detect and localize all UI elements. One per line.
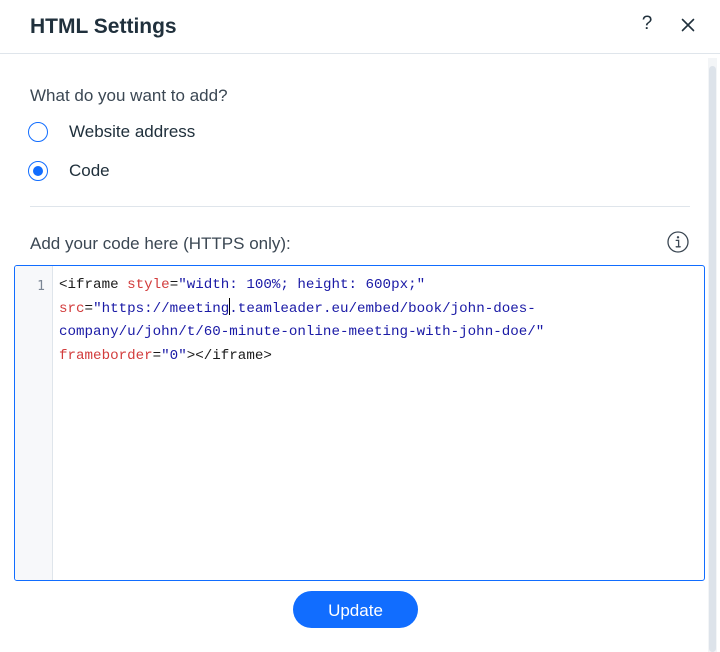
info-button[interactable] (666, 230, 690, 254)
info-icon (667, 231, 689, 253)
code-token: "0" (161, 347, 187, 364)
line-number: 1 (37, 279, 45, 294)
code-token: "width: 100%; height: 600px;" (178, 277, 426, 293)
code-token: "https://meeting (93, 300, 230, 317)
code-label: Code (69, 161, 110, 180)
code-line: <iframe style="width: 100%; height: 600p… (59, 274, 699, 298)
line-number-gutter: 1 (15, 266, 53, 580)
code-token: ></iframe> (186, 347, 272, 364)
question-mark-icon: ? (641, 13, 653, 34)
close-icon (681, 18, 695, 32)
close-button[interactable] (676, 13, 700, 37)
code-token: = (84, 300, 94, 317)
code-token: frameborder (59, 347, 153, 364)
code-token: src (59, 300, 85, 317)
add-type-question: What do you want to add? (30, 86, 228, 105)
code-section-label: Add your code here (HTTPS only): (30, 234, 291, 253)
code-token: <iframe (59, 277, 128, 293)
code-token: style (127, 277, 170, 293)
code-token: = (169, 277, 179, 293)
radio-option-website-address[interactable]: Website address (28, 120, 195, 144)
code-line: company/u/john/t/60-minute-online-meetin… (59, 321, 699, 345)
help-button[interactable]: ? (636, 11, 658, 37)
website-address-radio[interactable] (28, 122, 48, 142)
code-editor[interactable]: 1 <iframe style="width: 100%; height: 60… (14, 265, 705, 581)
code-token: company/u/john/t/60-minute-online-meetin… (59, 324, 545, 340)
scrollbar-thumb[interactable] (709, 66, 716, 652)
code-line: src="https://meeting.teamleader.eu/embed… (59, 297, 699, 322)
html-settings-dialog: HTML Settings ? What do you want to add?… (0, 0, 720, 652)
code-line: frameborder="0"></iframe> (59, 345, 699, 369)
code-token: .teamleader.eu/embed/book/john-does- (229, 300, 536, 317)
update-button[interactable]: Update (293, 591, 418, 628)
code-radio[interactable] (28, 161, 48, 181)
dialog-title: HTML Settings (30, 15, 177, 38)
website-address-label: Website address (69, 122, 196, 141)
code-input[interactable]: <iframe style="width: 100%; height: 600p… (59, 274, 699, 368)
dialog-header: HTML Settings ? (0, 0, 720, 54)
radio-option-code[interactable]: Code (28, 159, 110, 183)
code-token: = (152, 347, 162, 364)
section-divider (30, 206, 690, 207)
